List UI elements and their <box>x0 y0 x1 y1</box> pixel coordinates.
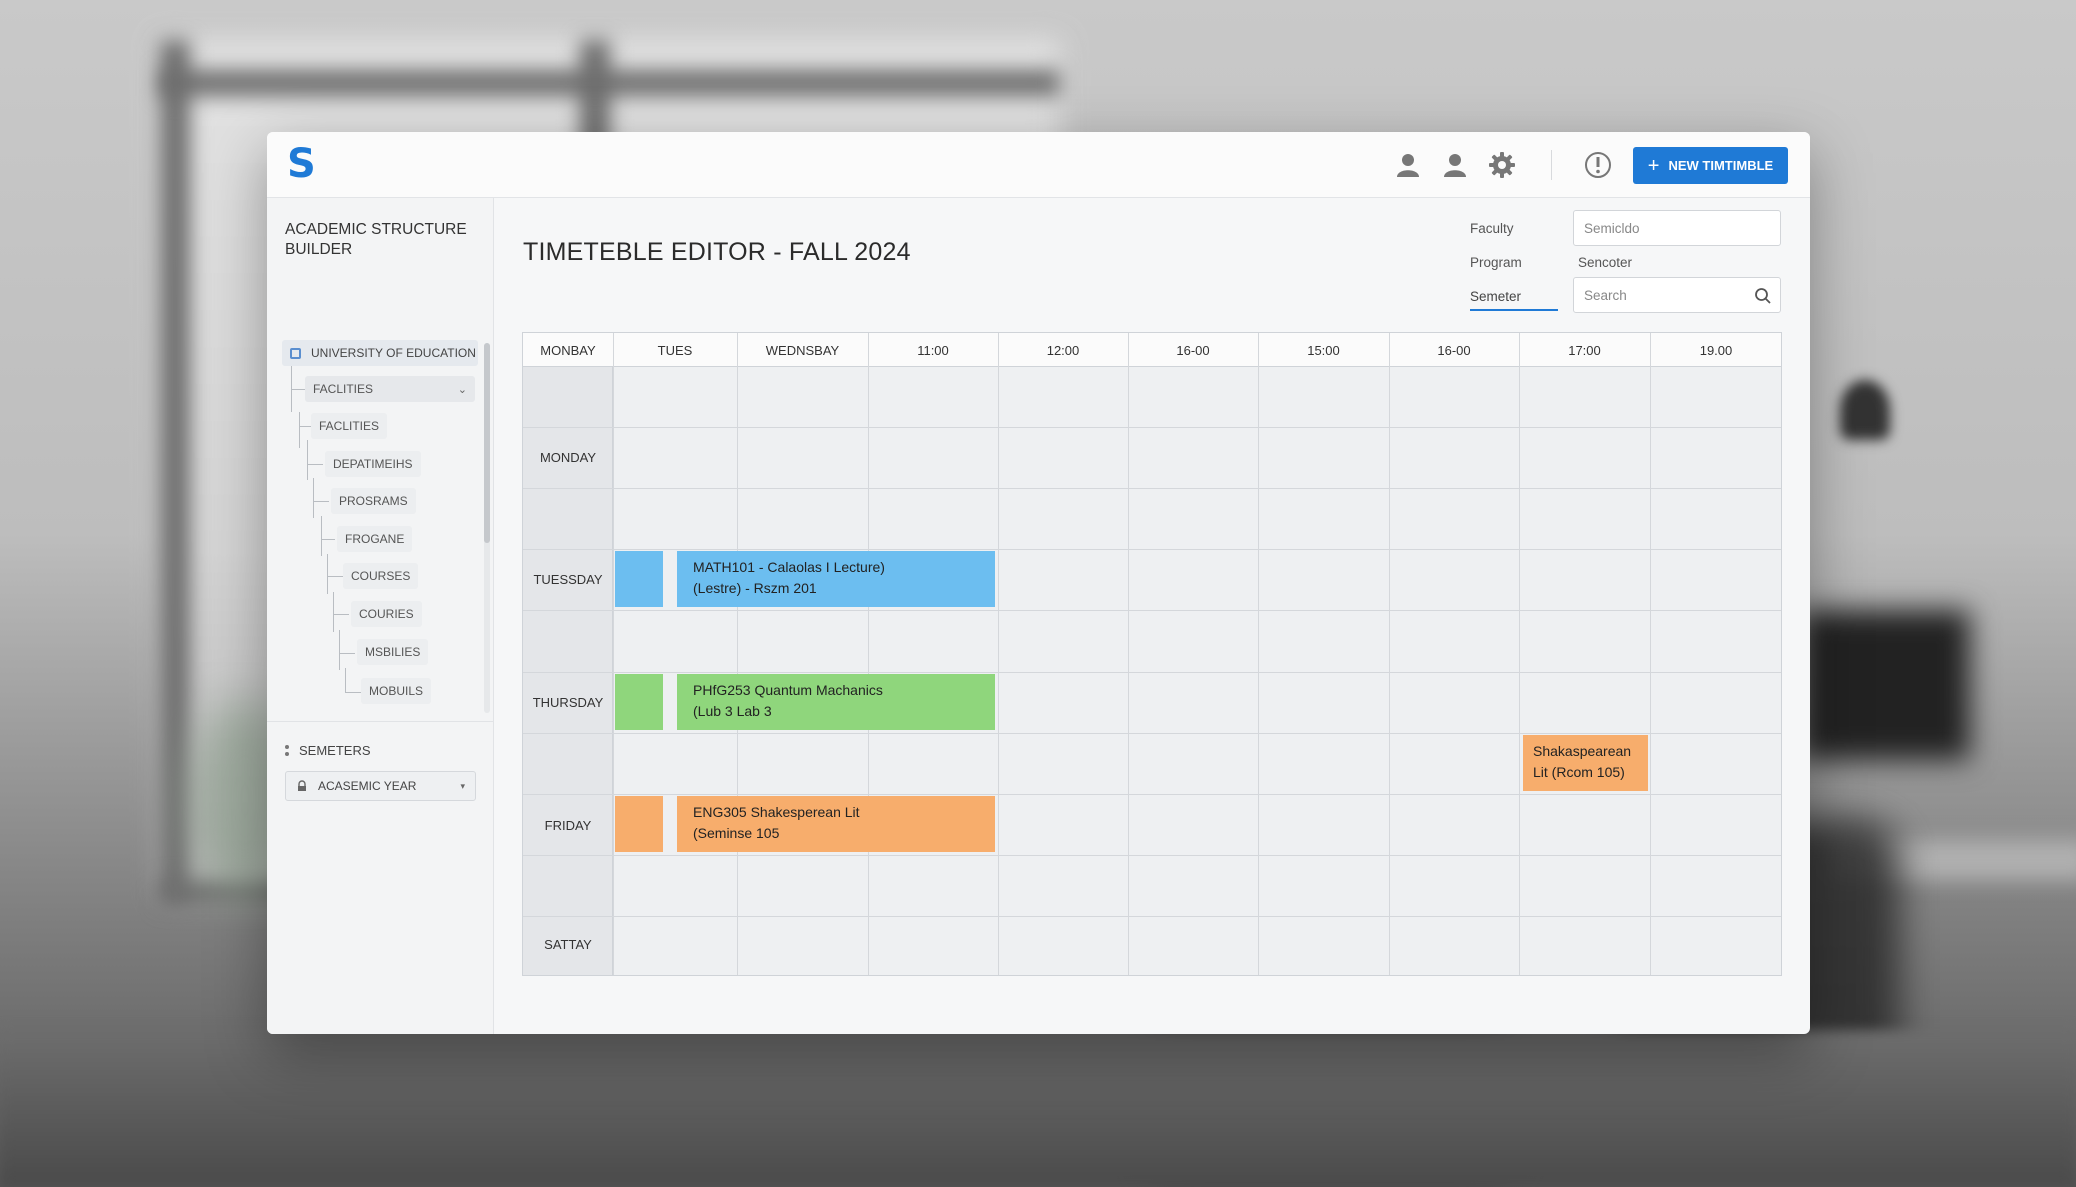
sidebar-divider <box>267 721 494 722</box>
event-detail: (Lestre) - Rszm 201 <box>693 580 817 596</box>
tree-root-label: UNIVERSITY OF EDUCATION <box>311 346 476 360</box>
tree-item-label: DEPATIMEIHS <box>333 457 413 471</box>
search-input[interactable]: Search <box>1573 277 1781 313</box>
day-label: FRIDAY <box>544 818 592 833</box>
tree-item-courses[interactable]: COURSES <box>343 563 419 589</box>
tree-item-faculties[interactable]: FACLITIES ⌄ <box>305 376 475 402</box>
info-icon[interactable] <box>1583 150 1613 180</box>
tree-item-label: PROSRAMS <box>339 494 408 508</box>
lock-icon <box>298 780 306 791</box>
chevron-down-icon[interactable]: ⌄ <box>458 383 467 396</box>
search-icon[interactable] <box>1754 287 1772 305</box>
event-title: Shakaspearean <box>1533 743 1632 759</box>
semester-caption: Sencoter <box>1578 255 1633 270</box>
event-color-marker[interactable] <box>615 674 663 730</box>
semester-field-placeholder: Semicldo <box>1584 220 1640 236</box>
app-window: S + NEW TIMTIMBLE ACADEMIC STRUCTURE BUI… <box>267 132 1810 1034</box>
sidebar-title: ACADEMIC STRUCTURE BUILDER <box>285 221 467 258</box>
column-header: 15:00 <box>1307 342 1340 358</box>
tree-item-modules[interactable]: MSBILIES <box>357 639 429 665</box>
event-title: ENG305 Shakesperean Lit <box>693 804 860 820</box>
event-shakespearean-lit[interactable]: Shakaspearean Lit (Rcom 105) <box>1523 735 1648 791</box>
top-bar: S + NEW TIMTIMBLE <box>267 132 1810 198</box>
timetable-grid: MONBAY TUES WEDNSBAY 11:00 12:00 16-00 1… <box>522 332 1782 976</box>
event-color-marker[interactable] <box>615 796 663 852</box>
event-detail: (Seminse 105 <box>693 825 780 841</box>
semester-filter-tab[interactable]: Semeter <box>1470 289 1558 311</box>
plus-icon: + <box>1647 154 1660 177</box>
day-label: MONDAY <box>539 450 597 465</box>
event-math101[interactable]: MATH101 - Calaolas I Lecture) (Lestre) -… <box>677 551 995 607</box>
event-color-marker[interactable] <box>615 551 663 607</box>
page-title: TIMETEBLE EDITOR - FALL 2024 <box>523 238 911 266</box>
academic-year-label: ACASEMIC YEAR <box>318 779 417 793</box>
event-detail: Lit (Rcom 105) <box>1533 764 1625 780</box>
day-label: SATTAY <box>544 937 592 952</box>
checkbox-icon[interactable] <box>290 347 301 359</box>
day-label: THURSDAY <box>532 695 604 710</box>
tree-item-label: FACLITIES <box>313 382 374 396</box>
event-title: PHfG253 Quantum Machanics <box>693 682 883 698</box>
column-header: TUES <box>657 342 693 358</box>
search-placeholder: Search <box>1584 287 1627 303</box>
program-filter-label[interactable]: Program <box>1470 255 1522 270</box>
tree-item-label: FROGANE <box>345 532 405 546</box>
faculty-filter-label[interactable]: Faculty <box>1470 221 1514 236</box>
grid-header-row: MONBAY TUES WEDNSBAY 11:00 12:00 16-00 1… <box>523 333 1781 367</box>
tree-item-label: COURSES <box>351 569 411 583</box>
semesters-section[interactable]: SEMETERS <box>285 743 371 758</box>
drag-handle-icon[interactable] <box>285 745 289 756</box>
column-header: 17:00 <box>1568 342 1601 358</box>
chevron-down-icon: ▾ <box>460 780 465 791</box>
gear-icon[interactable] <box>1487 150 1517 180</box>
column-header: 12:00 <box>1046 342 1080 358</box>
new-timetable-button[interactable]: + NEW TIMTIMBLE <box>1633 147 1788 184</box>
app-logo[interactable]: S <box>287 144 321 184</box>
column-header: 11:00 <box>917 342 949 358</box>
sidebar: ACADEMIC STRUCTURE BUILDER UNIVERSITY OF… <box>267 198 494 1034</box>
event-eng305[interactable]: ENG305 Shakesperean Lit (Seminse 105 <box>677 796 995 852</box>
column-header: 16-00 <box>1176 342 1210 358</box>
column-header: 19.00 <box>1699 342 1733 358</box>
sidebar-scrollbar[interactable] <box>484 343 490 543</box>
tree-item-faculties[interactable]: FACLITIES <box>311 413 388 439</box>
semesters-label: SEMETERS <box>299 743 371 758</box>
tree-item-courses[interactable]: COURIES <box>351 601 422 627</box>
user-icon[interactable] <box>1440 150 1470 180</box>
tree-item-label: COURIES <box>359 607 414 621</box>
tree-item-modules[interactable]: MOBUILS <box>361 678 432 704</box>
new-timetable-label: NEW TIMTIMBLE <box>1668 158 1774 173</box>
academic-year-select[interactable]: ACASEMIC YEAR ▾ <box>285 771 476 801</box>
event-detail: (Lub 3 Lab 3 <box>693 703 772 719</box>
tree-root-university[interactable]: UNIVERSITY OF EDUCATION <box>282 340 478 366</box>
tree-item-label: MOBUILS <box>369 684 424 698</box>
tree-item-programs[interactable]: PROSRAMS <box>331 488 416 514</box>
event-title: MATH101 - Calaolas I Lecture) <box>693 559 885 575</box>
user-icon[interactable] <box>1393 150 1423 180</box>
day-label: TUESSDAY <box>533 572 603 587</box>
semester-field[interactable]: Semicldo <box>1573 210 1781 246</box>
column-header: MONBAY <box>540 342 596 358</box>
tree-item-label: FACLITIES <box>319 419 380 433</box>
tree-item-departments[interactable]: DEPATIMEIHS <box>325 451 421 477</box>
column-header: WEDNSBAY <box>765 342 840 358</box>
tree-item-programs[interactable]: FROGANE <box>337 526 413 552</box>
toolbar-divider <box>1551 150 1552 180</box>
tree-item-label: MSBILIES <box>365 645 421 659</box>
column-header: 16-00 <box>1437 342 1471 358</box>
event-phfg253[interactable]: PHfG253 Quantum Machanics (Lub 3 Lab 3 <box>677 674 995 730</box>
